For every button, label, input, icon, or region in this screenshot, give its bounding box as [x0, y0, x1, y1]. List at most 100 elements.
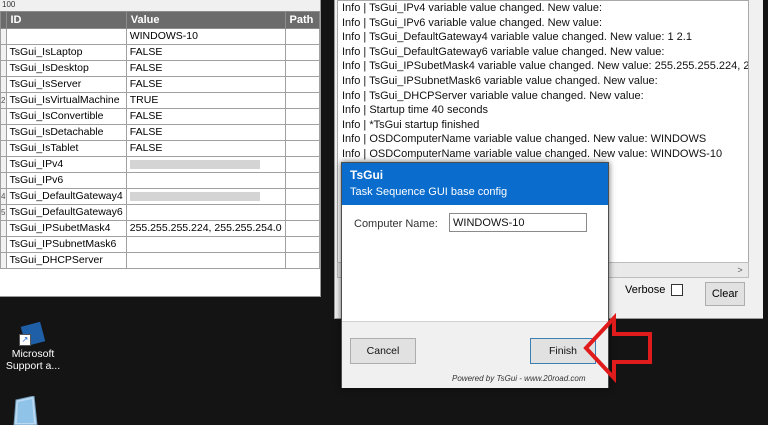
value-cell[interactable] [125, 236, 286, 253]
variables-grid: ID Value Path WINDOWS-10 TsGui_IsLaptop FA… [0, 11, 320, 269]
id-cell[interactable] [5, 28, 127, 45]
log-line: Info | TsGui_DHCPServer variable value c… [342, 89, 644, 102]
computer-name-label: Computer Name: [354, 218, 438, 230]
cancel-button[interactable]: Cancel [350, 338, 416, 364]
id-cell[interactable]: TsGui_DefaultGateway6 [5, 204, 127, 221]
table-row[interactable]: TsGui_IsDesktop FALSE [0, 60, 320, 77]
table-row[interactable]: TsGui_IPv4 [0, 156, 320, 173]
path-cell[interactable] [284, 44, 320, 61]
dialog-body: Computer Name: [342, 205, 608, 321]
value-cell[interactable]: WINDOWS-10 [125, 28, 286, 45]
id-cell[interactable]: TsGui_IsDetachable [5, 124, 127, 141]
dialog-subtitle: Task Sequence GUI base config [350, 186, 508, 198]
microsoft-support-icon: ↗ [19, 318, 47, 347]
path-cell[interactable] [284, 108, 320, 125]
table-row[interactable]: TsGui_IsServer FALSE [0, 76, 320, 93]
id-cell[interactable]: TsGui_IPv4 [5, 156, 127, 173]
id-cell[interactable]: TsGui_IsTablet [5, 140, 127, 157]
table-row[interactable]: TsGui_IPSubetMask4 255.255.255.224, 255.2… [0, 220, 320, 237]
value-cell[interactable] [125, 156, 286, 173]
table-row[interactable]: TsGui_IPv6 [0, 172, 320, 189]
id-cell[interactable]: TsGui_IPSubetMask4 [5, 220, 127, 237]
path-cell[interactable] [284, 204, 320, 221]
id-column-header[interactable]: ID [5, 11, 127, 29]
desktop-shortcut-microsoft-support[interactable]: ↗ Microsoft Support a... [2, 318, 64, 372]
value-cell[interactable] [125, 172, 286, 189]
path-cell[interactable] [284, 156, 320, 173]
log-line: Info | TsGui_IPv6 variable value changed… [342, 16, 603, 29]
value-cell[interactable]: FALSE [125, 44, 286, 61]
shortcut-label-line1: Microsoft [11, 348, 55, 360]
path-cell[interactable] [284, 124, 320, 141]
value-cell[interactable]: FALSE [125, 108, 286, 125]
scroll-right-arrow-icon[interactable]: > [733, 263, 747, 277]
clear-button[interactable]: Clear [705, 282, 745, 306]
grid-body: WINDOWS-10 TsGui_IsLaptop FALSE TsGui_IsDes… [0, 28, 320, 269]
path-cell[interactable] [284, 140, 320, 157]
table-row[interactable]: 2 TsGui_IsVirtualMachine TRUE [0, 92, 320, 109]
id-cell[interactable]: TsGui_IsVirtualMachine [5, 92, 127, 109]
value-cell[interactable] [125, 204, 286, 221]
log-line: Info | OSDComputerName variable value ch… [342, 147, 723, 160]
verbose-label: Verbose [625, 284, 666, 296]
table-row[interactable]: TsGui_IsLaptop FALSE [0, 44, 320, 61]
dialog-header: TsGui Task Sequence GUI base config [342, 163, 608, 205]
redacted-value [129, 159, 260, 169]
table-row[interactable]: TsGui_IsDetachable FALSE [0, 124, 320, 141]
dialog-footer: Cancel Finish Powered by TsGui - www.20r… [342, 321, 608, 388]
value-column-header[interactable]: Value [125, 11, 286, 29]
shortcut-label-line2: Support a... [5, 360, 61, 372]
path-cell[interactable] [284, 220, 320, 237]
id-cell[interactable]: TsGui_IPSubnetMask6 [5, 236, 127, 253]
id-cell[interactable]: TsGui_IsDesktop [5, 60, 127, 77]
path-column-header[interactable]: Path [284, 11, 320, 29]
id-cell[interactable]: TsGui_IPv6 [5, 172, 127, 189]
id-cell[interactable]: TsGui_IsServer [5, 76, 127, 93]
log-line: Info | TsGui_IPSubetMask4 variable value… [342, 60, 749, 73]
path-cell[interactable] [284, 236, 320, 253]
dialog-title: TsGui [350, 168, 384, 182]
verbose-checkbox[interactable] [671, 284, 684, 297]
path-cell[interactable] [284, 172, 320, 189]
path-cell[interactable] [284, 76, 320, 93]
recycle-bin-icon[interactable] [10, 396, 40, 425]
log-line: Info | TsGui_DefaultGateway4 variable va… [342, 31, 692, 44]
id-cell[interactable]: TsGui_DefaultGateway4 [5, 188, 127, 205]
grid-header-row: ID Value Path [0, 11, 320, 29]
table-row[interactable]: TsGui_IsTablet FALSE [0, 140, 320, 157]
id-cell[interactable]: TsGui_IsLaptop [5, 44, 127, 61]
log-line: Info | *TsGui startup finished [342, 118, 480, 131]
table-row[interactable]: TsGui_IsConvertible FALSE [0, 108, 320, 125]
log-line: Info | TsGui_IPSubnetMask6 variable valu… [342, 74, 658, 87]
value-cell[interactable]: FALSE [125, 60, 286, 77]
verbose-toggle[interactable]: Verbose [625, 284, 684, 297]
value-cell[interactable]: 255.255.255.224, 255.255.254.0 [125, 220, 286, 237]
powered-by-text[interactable]: Powered by TsGui - www.20road.com [452, 374, 586, 383]
id-cell[interactable]: TsGui_IsConvertible [5, 108, 127, 125]
computer-name-input[interactable] [449, 213, 587, 232]
tsgui-dialog: TsGui Task Sequence GUI base config Comp… [341, 162, 609, 388]
value-cell[interactable]: FALSE [125, 76, 286, 93]
value-cell[interactable]: FALSE [125, 124, 286, 141]
path-cell[interactable] [284, 188, 320, 205]
path-cell[interactable] [284, 92, 320, 109]
red-arrow-annotation-icon [583, 312, 652, 384]
row-header-cell: 4 [0, 188, 7, 205]
value-cell[interactable]: TRUE [125, 92, 286, 109]
path-cell[interactable] [284, 28, 320, 45]
table-row[interactable]: 4 TsGui_DefaultGateway4 [0, 188, 320, 205]
table-row[interactable]: TsGui_IPSubnetMask6 [0, 236, 320, 253]
path-cell[interactable] [284, 60, 320, 77]
value-cell[interactable]: FALSE [125, 140, 286, 157]
id-cell[interactable]: TsGui_DHCPServer [5, 252, 127, 269]
path-cell[interactable] [284, 252, 320, 269]
table-row[interactable]: TsGui_DHCPServer [0, 252, 320, 269]
table-row[interactable]: 5 TsGui_DefaultGateway6 [0, 204, 320, 221]
log-line: Info | OSDComputerName variable value ch… [342, 133, 707, 146]
window-top-strip: 100 [0, 0, 320, 11]
value-cell[interactable] [125, 252, 286, 269]
log-line: Info | TsGui_IPv4 variable value changed… [342, 2, 603, 14]
value-cell[interactable] [125, 188, 286, 205]
log-line: Info | TsGui_DefaultGateway6 variable va… [342, 45, 665, 58]
table-row[interactable]: WINDOWS-10 [0, 28, 320, 45]
